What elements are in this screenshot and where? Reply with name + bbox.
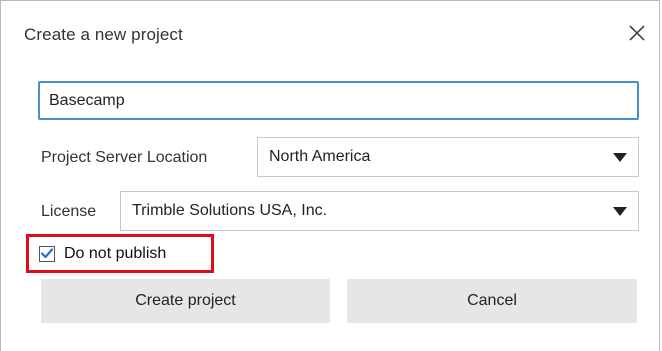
server-location-label: Project Server Location — [41, 149, 208, 166]
dialog-title: Create a new project — [24, 25, 183, 44]
server-location-dropdown[interactable]: North America — [257, 137, 639, 177]
chevron-down-icon — [613, 152, 627, 162]
close-icon — [629, 25, 645, 41]
do-not-publish-label[interactable]: Do not publish — [64, 245, 166, 263]
create-project-button[interactable]: Create project — [41, 279, 330, 323]
do-not-publish-highlight: Do not publish — [26, 234, 214, 273]
chevron-down-icon — [613, 206, 627, 216]
server-location-value: North America — [269, 148, 371, 165]
close-button[interactable] — [623, 19, 651, 47]
license-value: Trimble Solutions USA, Inc. — [132, 202, 328, 219]
license-label: License — [41, 203, 97, 220]
create-project-dialog: Create a new project Project Server Loca… — [0, 0, 660, 351]
project-name-input[interactable] — [38, 81, 639, 120]
do-not-publish-checkbox[interactable] — [39, 245, 55, 262]
checkmark-icon — [41, 248, 53, 259]
cancel-button[interactable]: Cancel — [347, 279, 637, 323]
license-dropdown[interactable]: Trimble Solutions USA, Inc. — [120, 191, 639, 231]
